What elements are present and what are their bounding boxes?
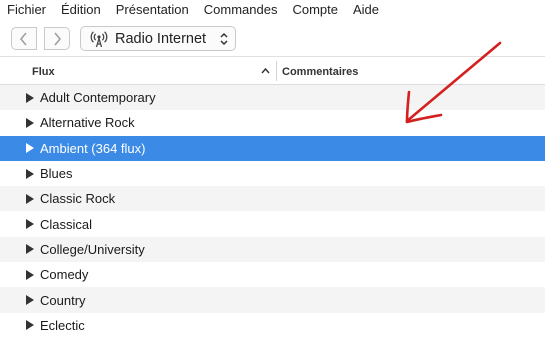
- genre-row[interactable]: College/University: [0, 236, 545, 263]
- source-selector[interactable]: Radio Internet: [80, 26, 236, 51]
- genre-label: Ambient (364 flux): [40, 140, 146, 156]
- disclosure-triangle-icon[interactable]: [26, 295, 34, 306]
- genre-list: Adult Contemporary Alternative Rock Ambi…: [0, 85, 545, 338]
- forward-button[interactable]: [44, 27, 70, 50]
- menu-fichier[interactable]: Fichier: [0, 0, 53, 19]
- genre-label: Eclectic: [40, 317, 85, 333]
- menu-presentation[interactable]: Présentation: [108, 0, 196, 19]
- chevron-left-icon: [19, 31, 27, 46]
- menu-bar: Fichier Édition Présentation Commandes C…: [0, 0, 545, 19]
- genre-row-selected[interactable]: Ambient (364 flux): [0, 135, 545, 161]
- menu-commandes[interactable]: Commandes: [196, 0, 285, 19]
- genre-row[interactable]: Adult Contemporary: [0, 85, 545, 111]
- genre-label: Alternative Rock: [40, 115, 135, 131]
- genre-label: Adult Contemporary: [40, 90, 156, 106]
- menu-edition[interactable]: Édition: [53, 0, 108, 19]
- antenna-icon: [90, 30, 108, 47]
- menu-aide[interactable]: Aide: [345, 0, 386, 19]
- menu-compte[interactable]: Compte: [284, 0, 345, 19]
- column-divider[interactable]: [276, 61, 277, 81]
- genre-row[interactable]: Country: [0, 287, 545, 313]
- back-button[interactable]: [11, 27, 37, 50]
- disclosure-triangle-icon[interactable]: [26, 168, 34, 179]
- genre-row[interactable]: Alternative Rock: [0, 110, 545, 136]
- genre-label: College/University: [40, 241, 145, 257]
- genre-row[interactable]: Eclectic: [0, 312, 545, 338]
- disclosure-triangle-icon[interactable]: [26, 193, 34, 204]
- column-header: Flux Commentaires: [0, 58, 545, 85]
- disclosure-triangle-icon[interactable]: [26, 219, 34, 230]
- genre-row[interactable]: Blues: [0, 160, 545, 187]
- disclosure-triangle-icon[interactable]: [26, 269, 34, 280]
- chevron-right-icon: [54, 31, 62, 46]
- genre-label: Comedy: [40, 267, 89, 283]
- genre-label: Classical: [40, 216, 93, 232]
- disclosure-triangle-icon[interactable]: [26, 92, 34, 103]
- disclosure-triangle-icon[interactable]: [26, 320, 34, 331]
- genre-label: Blues: [40, 166, 73, 182]
- disclosure-triangle-icon[interactable]: [26, 244, 34, 255]
- genre-label: Classic Rock: [40, 191, 116, 207]
- genre-row[interactable]: Classical: [0, 211, 545, 237]
- disclosure-triangle-icon[interactable]: [26, 143, 34, 154]
- column-header-flux[interactable]: Flux: [32, 66, 55, 78]
- genre-row[interactable]: Classic Rock: [0, 186, 545, 212]
- genre-label: Country: [40, 292, 86, 308]
- toolbar: Radio Internet: [0, 22, 545, 57]
- genre-row[interactable]: Comedy: [0, 262, 545, 288]
- chevron-up-icon[interactable]: [260, 65, 271, 77]
- up-down-chevron-icon: [220, 32, 228, 46]
- source-selector-label: Radio Internet: [115, 30, 207, 47]
- column-header-commentaires[interactable]: Commentaires: [282, 66, 358, 78]
- disclosure-triangle-icon[interactable]: [26, 117, 34, 128]
